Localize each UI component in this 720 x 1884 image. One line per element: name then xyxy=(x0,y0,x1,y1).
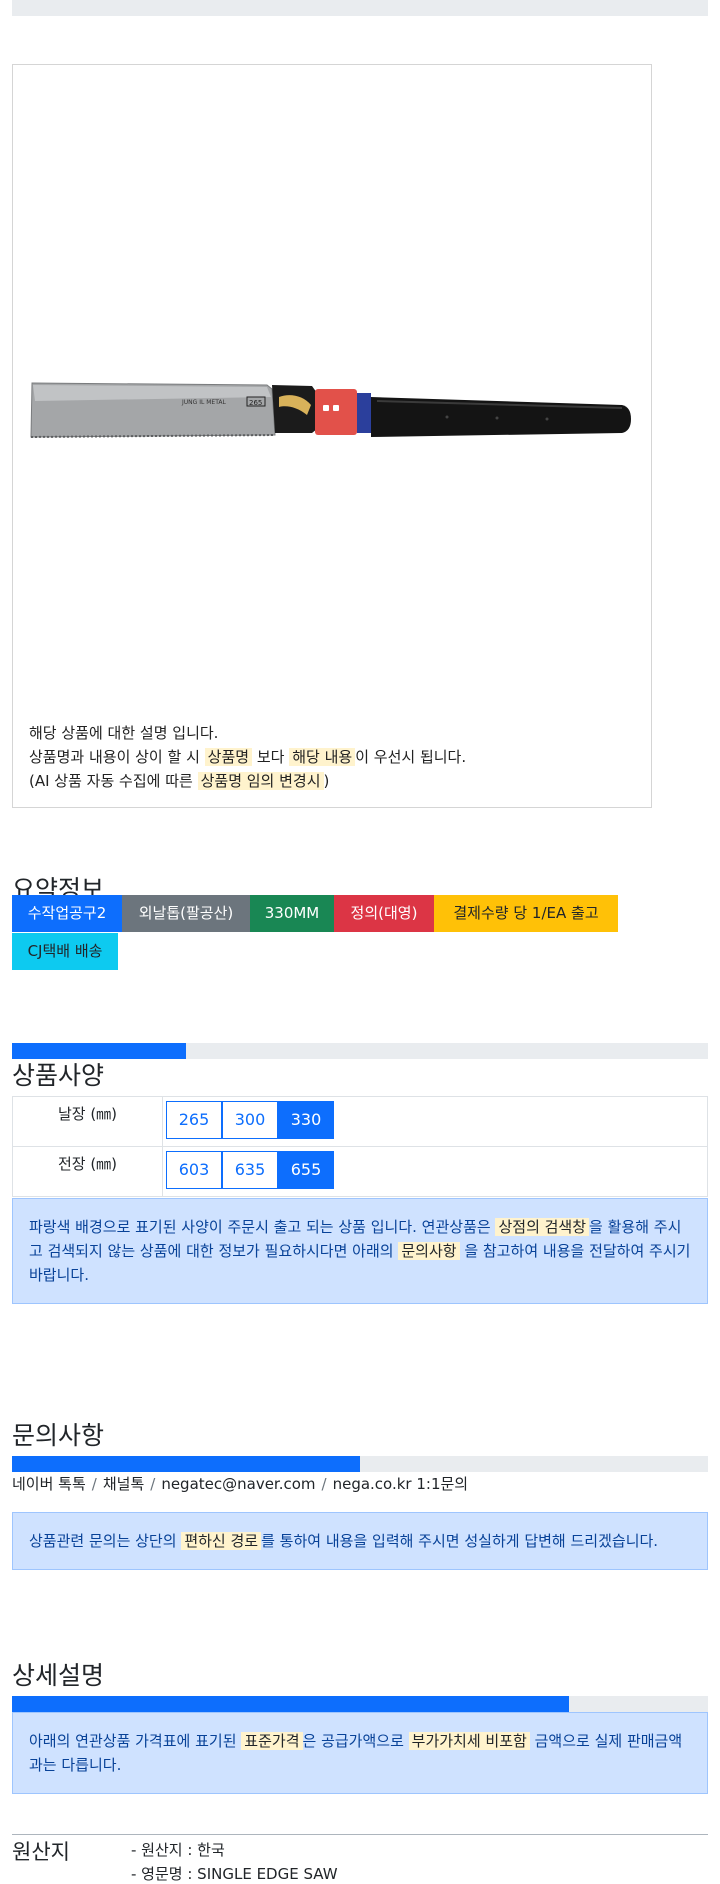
badge-quantity: 결제수량 당 1/EA 출고 xyxy=(434,895,618,932)
svg-text:JUNG IL METAL: JUNG IL METAL xyxy=(181,399,226,406)
detail-title: 상세설명 xyxy=(12,1661,105,1690)
separator: / xyxy=(91,1475,97,1493)
highlight-inquiry: 문의사항 xyxy=(398,1242,460,1260)
note-text: (AI 상품 자동 수집에 따른 xyxy=(29,772,193,790)
option-603[interactable]: 603 xyxy=(166,1151,222,1189)
separator: / xyxy=(321,1475,327,1493)
origin-country: - 원산지 : 한국 xyxy=(131,1841,225,1859)
badge-type: 외날톱(팔공산) xyxy=(122,895,250,932)
specs-notice: 파랑색 배경으로 표기된 사양이 주문시 출고 되는 상품 입니다. 연관상품은… xyxy=(12,1198,708,1304)
option-265[interactable]: 265 xyxy=(166,1101,222,1139)
origin-label: 원산지 xyxy=(12,1840,70,1864)
divider xyxy=(12,1834,708,1835)
highlight-name-change: 상품명 임의 변경시 xyxy=(197,772,324,790)
option-330-selected[interactable]: 330 xyxy=(278,1101,334,1139)
svg-text:265: 265 xyxy=(249,399,262,407)
note-line-3: (AI 상품 자동 수집에 따른 상품명 임의 변경시) xyxy=(29,769,639,793)
badge-brand: 정의(대영) xyxy=(334,895,434,932)
detail-progress xyxy=(12,1696,708,1712)
spec-options-total: 603 635 655 xyxy=(162,1146,708,1197)
option-635[interactable]: 635 xyxy=(222,1151,278,1189)
saw-image: JUNG IL METAL 265 xyxy=(27,345,637,465)
notice-text: 아래의 연관상품 가격표에 표기된 xyxy=(29,1732,237,1750)
detail-notice: 아래의 연관상품 가격표에 표기된 표준가격 은 공급가액으로 부가가치세 비포함… xyxy=(12,1712,708,1794)
channel-naver-talk[interactable]: 네이버 톡톡 xyxy=(12,1475,86,1493)
product-image-card: JUNG IL METAL 265 해당 상품에 대한 설명 입니다. 상품명과… xyxy=(12,64,652,808)
note-text: ) xyxy=(323,772,330,790)
spec-options-blade: 265 300 330 xyxy=(162,1096,708,1147)
highlight-search: 상점의 검색창 xyxy=(495,1218,590,1236)
note-line-2: 상품명과 내용이 상이 할 시 상품명 보다 해당 내용 이 우선시 됩니다. xyxy=(29,745,639,769)
origin-english-name: - 영문명 : SINGLE EDGE SAW xyxy=(131,1865,338,1883)
notice-text: 를 통하여 내용을 입력해 주시면 성실하게 답변해 드리겠습니다. xyxy=(261,1532,659,1550)
channel-chat[interactable]: 채널톡 xyxy=(103,1475,144,1493)
notice-text: 은 공급가액으로 xyxy=(302,1732,404,1750)
note-line-1: 해당 상품에 대한 설명 입니다. xyxy=(29,724,219,742)
option-655-selected[interactable]: 655 xyxy=(278,1151,334,1189)
contact-channels: 네이버 톡톡 / 채널톡 / negatec@naver.com / nega.co.kr … xyxy=(12,1473,468,1494)
highlight-product-name: 상품명 xyxy=(204,748,253,766)
badge-category: 수작업공구2 xyxy=(12,895,122,932)
product-note: 해당 상품에 대한 설명 입니다. 상품명과 내용이 상이 할 시 상품명 보다… xyxy=(29,721,639,793)
inquiry-notice: 상품관련 문의는 상단의 편하신 경로 를 통하여 내용을 입력해 주시면 성실하… xyxy=(12,1512,708,1570)
highlight-vat-excluded: 부가가치세 비포함 xyxy=(408,1732,530,1750)
saw-illustration: JUNG IL METAL 265 xyxy=(30,382,631,438)
inquiry-progress xyxy=(12,1456,708,1472)
table-row: 전장 (㎜) 603 635 655 xyxy=(12,1146,708,1197)
note-text: 상품명과 내용이 상이 할 시 xyxy=(29,748,200,766)
option-300[interactable]: 300 xyxy=(222,1101,278,1139)
highlight-standard-price: 표준가격 xyxy=(241,1732,303,1750)
inquiry-progress-fill xyxy=(12,1456,360,1472)
inquiry-title: 문의사항 xyxy=(12,1421,105,1450)
badge-size: 330MM xyxy=(250,895,334,932)
note-text: 이 우선시 됩니다. xyxy=(355,748,467,766)
table-row: 날장 (㎜) 265 300 330 xyxy=(12,1096,708,1147)
spec-label-blade: 날장 (㎜) xyxy=(12,1096,163,1147)
specs-title: 상품사양 xyxy=(12,1061,105,1090)
badge-shipping: CJ택배 배송 xyxy=(12,933,118,970)
highlight-route: 편하신 경로 xyxy=(181,1532,262,1550)
highlight-content: 해당 내용 xyxy=(289,748,356,766)
notice-text: 상품관련 문의는 상단의 xyxy=(29,1532,177,1550)
separator: / xyxy=(150,1475,156,1493)
detail-progress-fill xyxy=(12,1696,569,1712)
origin-info: - 원산지 : 한국 - 영문명 : SINGLE EDGE SAW xyxy=(131,1838,338,1884)
spec-label-total: 전장 (㎜) xyxy=(12,1146,163,1197)
note-text: 보다 xyxy=(256,748,285,766)
top-progress-bar xyxy=(12,0,708,16)
channel-site-qna[interactable]: nega.co.kr 1:1문의 xyxy=(333,1475,469,1493)
specs-progress xyxy=(12,1043,708,1059)
spec-table: 날장 (㎜) 265 300 330 전장 (㎜) 603 635 655 xyxy=(12,1096,708,1197)
channel-email[interactable]: negatec@naver.com xyxy=(161,1475,315,1493)
notice-text: 파랑색 배경으로 표기된 사양이 주문시 출고 되는 상품 입니다. 연관상품은 xyxy=(29,1218,491,1236)
